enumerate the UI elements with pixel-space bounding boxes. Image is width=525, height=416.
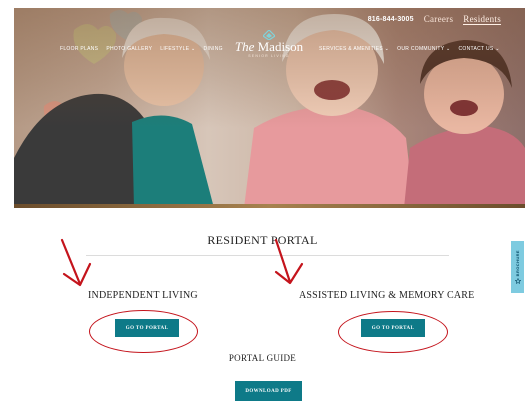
assisted-living-heading: ASSISTED LIVING & MEMORY CARE <box>299 290 475 301</box>
utility-bar: 816-844-3005 Careers Residents <box>368 12 501 26</box>
logo-name-main: Madison <box>257 39 304 54</box>
independent-living-heading: INDEPENDENT LIVING <box>88 290 198 301</box>
nav-item-dining[interactable]: DINING <box>204 46 223 52</box>
download-pdf-button[interactable]: DOWNLOAD PDF <box>235 381 302 401</box>
annotation-arrow-icon <box>60 238 92 287</box>
nav-item-photo-gallery[interactable]: PHOTO GALLERY <box>106 46 152 52</box>
main-nav-left: FLOOR PLANS PHOTO GALLERY LIFESTYLE ⌄ DI… <box>60 46 223 52</box>
nav-item-floor-plans[interactable]: FLOOR PLANS <box>60 46 98 52</box>
annotation-circle-independent <box>89 310 198 353</box>
annotation-arrow-icon <box>274 238 304 285</box>
title-divider <box>86 255 449 256</box>
site-logo[interactable]: The Madison SENIOR LIVING <box>226 30 312 70</box>
phone-number[interactable]: 816-844-3005 <box>368 16 414 23</box>
annotation-circle-assisted <box>338 311 448 353</box>
residents-link[interactable]: Residents <box>463 14 501 25</box>
bookmark-icon <box>514 278 521 285</box>
nav-item-contact-us[interactable]: CONTACT US ⌄ <box>459 46 500 52</box>
logo-name: The Madison <box>226 40 312 53</box>
nav-item-lifestyle[interactable]: LIFESTYLE ⌄ <box>160 46 195 52</box>
hero-banner: 816-844-3005 Careers Residents FLOOR PLA… <box>14 8 525 208</box>
nav-item-services-amenities[interactable]: SERVICES & AMENITIES ⌄ <box>319 46 389 52</box>
portal-guide-heading: PORTAL GUIDE <box>228 353 297 363</box>
brochure-tab-label: BROCHURE <box>515 249 520 277</box>
hero-bottom-border <box>14 204 525 208</box>
logo-name-italic: The <box>234 39 255 54</box>
brochure-tab[interactable]: BROCHURE <box>511 241 524 293</box>
nav-item-our-community[interactable]: OUR COMMUNITY ⌄ <box>397 46 450 52</box>
careers-link[interactable]: Careers <box>424 14 454 24</box>
logo-tagline: SENIOR LIVING <box>248 54 290 58</box>
main-nav-right: SERVICES & AMENITIES ⌄ OUR COMMUNITY ⌄ C… <box>319 46 500 52</box>
